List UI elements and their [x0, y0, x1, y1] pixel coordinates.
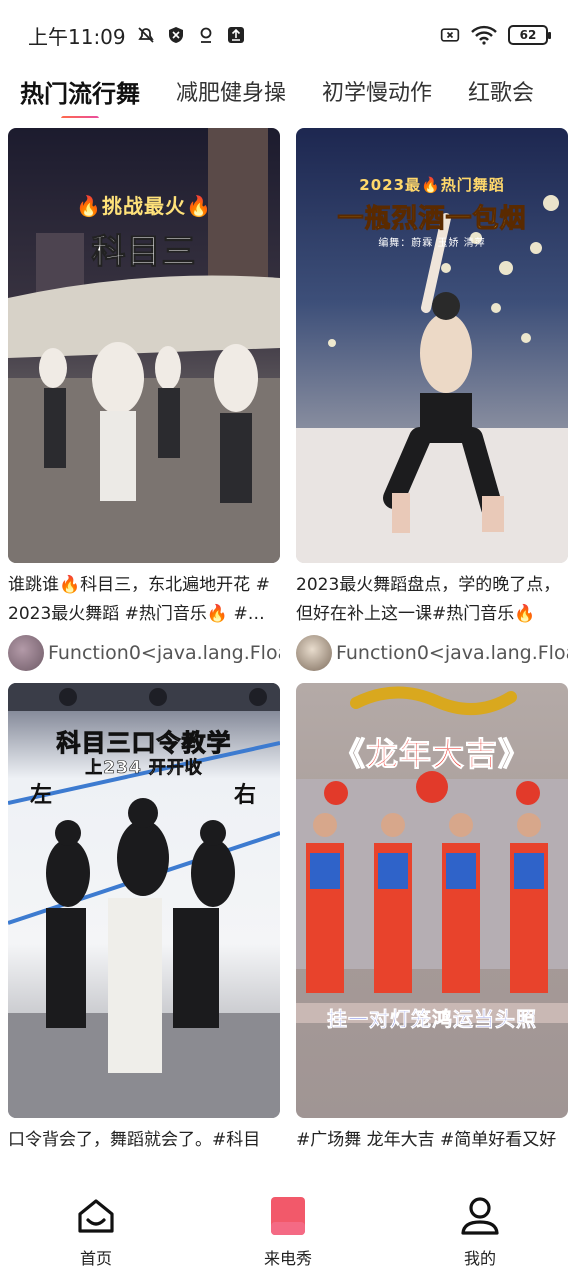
nav-home[interactable]: 首页: [36, 1195, 156, 1269]
video-card[interactable]: 2023最🔥热门舞蹈 一瓶烈酒一包烟 编舞：蔚霖 玉娇 淸萍 2023最火舞蹈盘…: [296, 128, 568, 675]
thumbnail-subtitle: 科目三: [91, 232, 197, 273]
author-row[interactable]: Function0<java.lang.Float>: [296, 631, 568, 675]
tab-hot-dance[interactable]: 热门流行舞: [20, 74, 140, 115]
location-icon: [196, 25, 216, 45]
status-right: 62: [440, 25, 551, 45]
thumbnail-left-label: 左: [30, 783, 53, 808]
thumbnail-title: 2023最🔥热门舞蹈: [359, 176, 505, 194]
upload-icon: [226, 25, 246, 45]
avatar[interactable]: [296, 635, 332, 671]
status-left: 上午11:09: [28, 21, 246, 50]
home-icon: [75, 1195, 117, 1237]
tab-red-songs[interactable]: 红歌会: [468, 75, 534, 113]
thumbnail-right-label: 右: [234, 783, 257, 808]
thumbnail-title: 🔥挑战最火🔥: [76, 194, 212, 218]
nav-call-show[interactable]: 来电秀: [228, 1195, 348, 1269]
wifi-icon: [470, 25, 498, 45]
video-caption: 口令背会了，舞蹈就会了。#科目: [8, 1130, 261, 1150]
author-name: Function0<java.lang.Float>: [336, 642, 568, 664]
tab-slow-motion[interactable]: 初学慢动作: [322, 75, 432, 113]
nav-profile[interactable]: 我的: [420, 1195, 540, 1269]
call-show-icon: [267, 1195, 309, 1237]
author-name: Function0<java.lang.Float>: [48, 642, 280, 664]
video-feed: 🔥挑战最火🔥 科目三 谁跳谁🔥科目三，东北遍地开花 #2023最火舞蹈 #热门音…: [8, 128, 568, 1180]
video-thumbnail[interactable]: 2023最🔥热门舞蹈 一瓶烈酒一包烟 编舞：蔚霖 玉娇 淸萍: [296, 128, 568, 563]
video-caption: 2023最火舞蹈盘点，学的晚了点，但好在补上这一课#热门音乐🔥 #…: [296, 575, 561, 624]
video-thumbnail[interactable]: 科目三口令教学 上234 开开收 左 右: [8, 683, 280, 1118]
nav-home-label: 首页: [79, 1249, 112, 1268]
thumbnail-lyric: 挂一对灯笼鸿运当头照: [327, 1007, 537, 1032]
avatar[interactable]: [8, 635, 44, 671]
thumbnail-subtitle: 一瓶烈酒一包烟: [337, 204, 527, 235]
shield-icon: [166, 25, 186, 45]
video-thumbnail[interactable]: 🔥挑战最火🔥 科目三: [8, 128, 280, 563]
video-caption: #广场舞 龙年大吉 #简单好看又好: [296, 1130, 557, 1150]
battery-level: 62: [519, 28, 537, 42]
battery-icon: 62: [508, 25, 551, 45]
mute-icon: [136, 25, 156, 45]
nav-profile-label: 我的: [463, 1249, 496, 1268]
video-caption: 谁跳谁🔥科目三，东北遍地开花 #2023最火舞蹈 #热门音乐🔥 #…: [8, 575, 270, 624]
video-card[interactable]: 科目三口令教学 上234 开开收 左 右 口令背会了，舞蹈就会了。#科目: [8, 683, 280, 1180]
tab-fitness[interactable]: 减肥健身操: [176, 75, 286, 113]
video-card[interactable]: 🔥挑战最火🔥 科目三 谁跳谁🔥科目三，东北遍地开花 #2023最火舞蹈 #热门音…: [8, 128, 280, 675]
thumbnail-title: 《龙年大吉》: [332, 735, 531, 774]
status-bar: 上午11:09 62: [0, 0, 576, 70]
video-thumbnail[interactable]: 《龙年大吉》 挂一对灯笼鸿运当头照: [296, 683, 568, 1118]
profile-icon: [459, 1195, 501, 1237]
bottom-navigation: 首页 来电秀 我的: [0, 1184, 576, 1280]
thumbnail-subtitle: 上234 开开收: [85, 758, 203, 779]
author-row[interactable]: Function0<java.lang.Float>: [8, 631, 280, 675]
nav-call-show-label: 来电秀: [263, 1249, 312, 1268]
thumbnail-credit: 编舞：蔚霖 玉娇 淸萍: [378, 238, 486, 249]
video-card[interactable]: 《龙年大吉》 挂一对灯笼鸿运当头照 #广场舞 龙年大吉 #简单好看又好: [296, 683, 568, 1180]
status-time: 上午11:09: [28, 24, 126, 49]
category-tabs: 热门流行舞 减肥健身操 初学慢动作 红歌会: [0, 70, 576, 118]
sim-off-icon: [440, 25, 460, 45]
